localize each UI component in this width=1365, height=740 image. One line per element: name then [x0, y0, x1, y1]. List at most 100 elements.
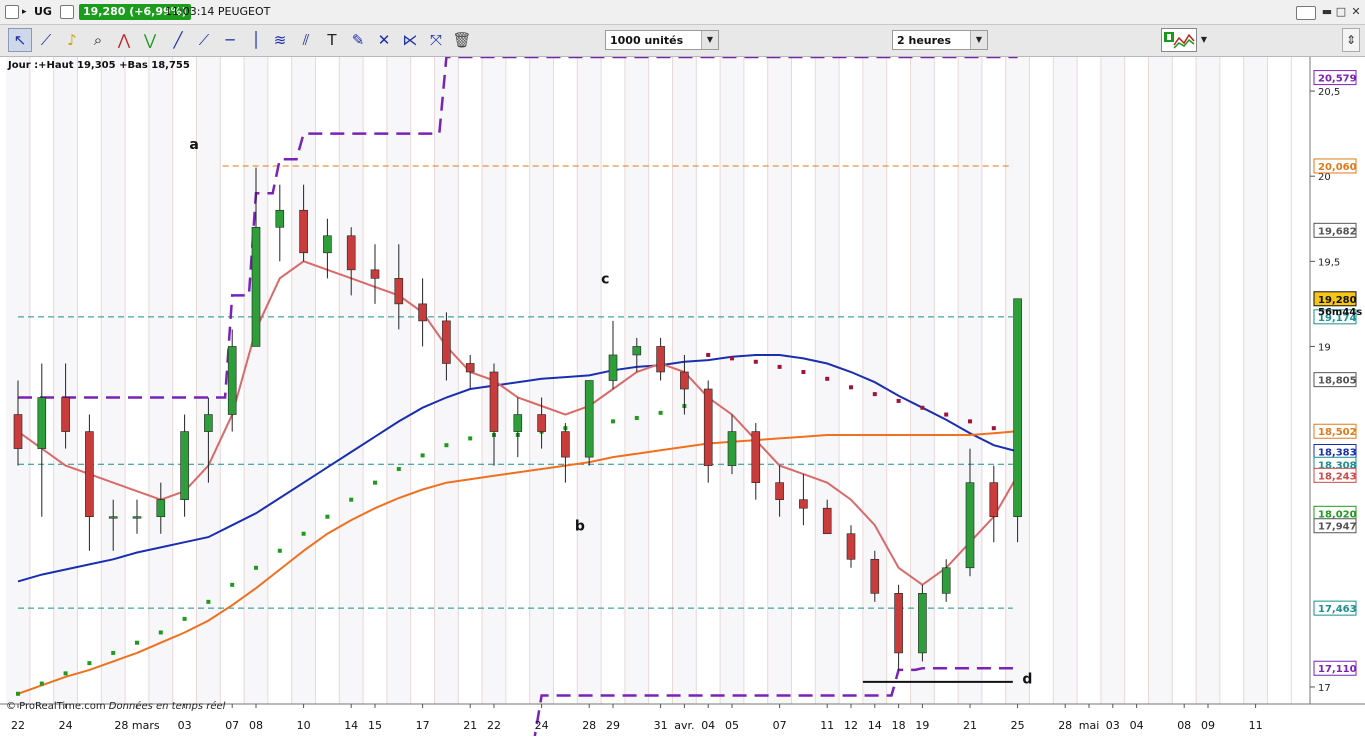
line-icon[interactable]: ╱: [167, 29, 189, 51]
chevron-down-icon[interactable]: ▼: [1198, 28, 1210, 52]
eraser-icon[interactable]: ✕: [373, 29, 395, 51]
candle-body: [465, 363, 475, 373]
title-bar: ▸ UG 19,280 (+6,99%) 11:03:14 PEUGEOT ▬ …: [0, 0, 1365, 25]
indicator-dot: [206, 599, 211, 604]
x-tick-label: 03: [1106, 719, 1120, 732]
gann-icon[interactable]: ⤧: [425, 29, 447, 51]
ray-icon[interactable]: ⟋: [193, 29, 215, 51]
annotation-label: d: [1022, 672, 1032, 688]
price-label: 18,502: [1318, 427, 1357, 438]
cursor-icon[interactable]: ↖: [8, 28, 32, 52]
indicator-dot: [801, 369, 806, 374]
indicator-dot: [872, 392, 877, 397]
candle-body: [108, 516, 118, 519]
candle-body: [299, 209, 308, 254]
candle-body: [751, 431, 761, 483]
add-indicator-button[interactable]: [1161, 28, 1197, 52]
candle-body: [132, 516, 142, 519]
horizontal-line-icon[interactable]: ─: [219, 29, 241, 51]
x-tick-label: 11: [1249, 719, 1263, 732]
indicator-dot: [420, 453, 425, 458]
zigzag-red-icon[interactable]: ⋀: [113, 29, 135, 51]
daily-high-low-info: Jour :+Haut 19,305 +Bas 18,755: [8, 60, 190, 71]
link-arrow-icon[interactable]: ▸: [22, 0, 27, 24]
candle-body: [989, 482, 999, 518]
day-background-stripe: [720, 57, 744, 704]
x-tick-label: 18: [892, 719, 906, 732]
x-tick-label: 07: [773, 719, 787, 732]
candle-body: [727, 431, 737, 466]
vertical-line-icon[interactable]: │: [245, 29, 267, 51]
indicator-dot: [896, 398, 901, 403]
x-tick-label: 08: [249, 719, 263, 732]
x-tick-label: 28 mars: [114, 719, 159, 732]
day-background-stripe: [196, 57, 221, 704]
indicator-dot: [658, 410, 663, 415]
pencil-icon[interactable]: ✎: [347, 29, 369, 51]
candle-body: [608, 354, 618, 381]
zigzag-green-icon[interactable]: ⋁: [139, 29, 161, 51]
units-select-value: 1000 unités: [610, 34, 684, 47]
parallel-channel-icon[interactable]: ⫽: [295, 29, 317, 51]
text-icon[interactable]: T: [321, 29, 343, 51]
day-background-stripe: [244, 57, 268, 704]
indicator-chart-icon: [1164, 32, 1195, 49]
candle-body: [513, 414, 523, 432]
annotation-label: c: [601, 271, 609, 287]
day-background-stripe: [291, 57, 316, 704]
candle-body: [561, 431, 570, 458]
price-chart[interactable]: a b c d 17 19 19,5 20 20,5 20,579 20,060 19,682 19,2…: [0, 55, 1365, 740]
x-tick-label: 14: [344, 719, 358, 732]
zoom-icon[interactable]: ⌕: [87, 29, 109, 51]
copyright-text: © ProRealTime.com Données en temps réel: [6, 701, 225, 712]
candle-body: [227, 346, 237, 415]
x-tick-label: 22: [487, 719, 501, 732]
indicator-dot: [325, 514, 330, 519]
trash-icon[interactable]: 🗑: [451, 29, 473, 51]
indicator-dot: [135, 640, 139, 645]
day-background-stripe: [624, 57, 649, 704]
ruler-icon[interactable]: ⟋: [35, 29, 57, 51]
fan-icon[interactable]: ⋉: [399, 29, 421, 51]
x-tick-label: 14: [868, 719, 882, 732]
indicator-dot: [39, 681, 44, 686]
candle-body: [799, 499, 808, 509]
candle-body: [656, 346, 665, 373]
candle-body: [846, 533, 856, 560]
indicator-dot: [920, 405, 925, 410]
indicator-dot: [730, 356, 734, 361]
candle-body: [870, 558, 880, 594]
minimize-button[interactable]: ▬: [1320, 5, 1334, 18]
chart-svg[interactable]: a b c d 17 19 19,5 20 20,5 20,579 20,060 19,682 19,2…: [0, 55, 1365, 740]
maximize-button[interactable]: □: [1334, 5, 1348, 18]
x-tick-label: 11: [820, 719, 834, 732]
indicator-dot: [611, 419, 615, 424]
x-tick-label: 03: [178, 719, 192, 732]
indicator-dot: [230, 582, 235, 587]
day-background-stripe: [767, 57, 792, 704]
fibonacci-icon[interactable]: ≋: [269, 29, 291, 51]
annotation-label: b: [575, 518, 585, 534]
timeframe-select[interactable]: 2 heures ▼: [892, 30, 988, 50]
alarm-bell-icon[interactable]: ♪: [61, 29, 83, 51]
y-tick-label: 19: [1318, 342, 1331, 353]
indicator-dot: [991, 426, 996, 431]
restore-window-icon[interactable]: [5, 5, 19, 19]
candle-body: [1013, 298, 1022, 518]
x-tick-label: 04: [1130, 719, 1144, 732]
y-tick-label: 20,5: [1318, 87, 1340, 98]
x-tick-label: 07: [225, 719, 239, 732]
indicator-dot: [301, 531, 306, 536]
day-background-stripe: [1148, 57, 1173, 704]
x-tick-label: 04: [701, 719, 715, 732]
close-button[interactable]: ✕: [1349, 5, 1363, 18]
stop-level-line: [515, 666, 1018, 740]
keyboard-icon[interactable]: [1296, 6, 1316, 20]
indicator-dot: [396, 467, 401, 472]
x-tick-label: 31: [654, 719, 668, 732]
info-icon[interactable]: [60, 5, 74, 19]
units-select[interactable]: 1000 unités ▼: [605, 30, 719, 50]
candle-body: [13, 414, 23, 449]
expand-panel-icon[interactable]: ⇕: [1342, 28, 1360, 52]
candle-body: [323, 235, 332, 254]
